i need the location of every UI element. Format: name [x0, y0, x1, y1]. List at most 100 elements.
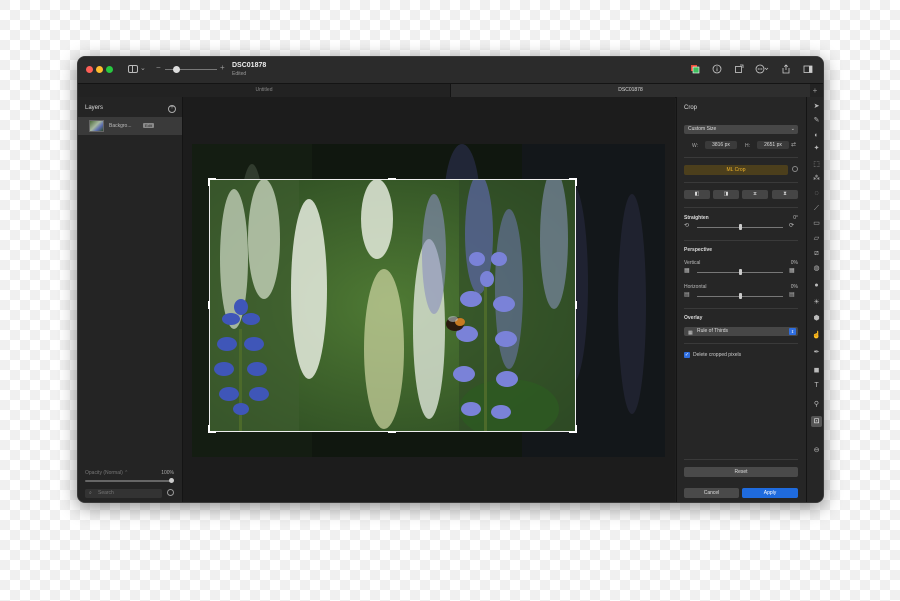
- crop-handle-bottom-right-v[interactable]: [575, 425, 577, 433]
- pen-tool-icon[interactable]: ✒: [811, 347, 822, 358]
- delete-cropped-pixels-checkbox[interactable]: ✓: [684, 352, 690, 358]
- image-canvas[interactable]: [183, 97, 675, 502]
- quick-select-tool-icon[interactable]: ◌: [811, 188, 822, 199]
- crop-handle-bottom[interactable]: [388, 431, 396, 433]
- overlay-select[interactable]: ▦ Rule of Thirds ⇕: [684, 327, 798, 336]
- crop-tool-icon[interactable]: ⊡: [811, 416, 822, 427]
- flip-horizontal-button[interactable]: ⧗: [772, 190, 798, 199]
- layers-sidebar: Layers + Backgro... Edit Opacity (Normal…: [78, 97, 183, 502]
- zoom-slider-knob[interactable]: [173, 66, 180, 73]
- swap-dimensions-icon[interactable]: ⇄: [791, 141, 796, 148]
- minimize-window-button[interactable]: [96, 66, 103, 73]
- selection-tool-icon[interactable]: ⬚: [811, 159, 822, 170]
- color-adjust-tool-icon[interactable]: ◐: [811, 130, 822, 141]
- delete-cropped-pixels-label[interactable]: Delete cropped pixels: [693, 352, 741, 358]
- filter-icon[interactable]: [167, 489, 174, 496]
- vertical-value: 0%: [790, 260, 798, 266]
- layers-stack-icon[interactable]: [690, 64, 700, 74]
- rotate-right-button[interactable]: ◨: [713, 190, 739, 199]
- bandage-tool-icon[interactable]: ⧄: [811, 248, 822, 259]
- opacity-slider-knob[interactable]: [169, 478, 174, 483]
- search-icon: ⌕: [89, 490, 92, 496]
- height-field[interactable]: 2651 px: [757, 141, 789, 149]
- cancel-button[interactable]: Cancel: [684, 488, 739, 498]
- sidebar-right-icon[interactable]: [803, 64, 813, 74]
- export-icon[interactable]: [734, 64, 744, 74]
- opacity-label[interactable]: Opacity (Normal) ⌃: [85, 470, 128, 476]
- perspective-horizontal-min-icon: ▤: [684, 292, 690, 298]
- close-window-button[interactable]: [86, 66, 93, 73]
- blur-tool-icon[interactable]: ●: [811, 280, 822, 291]
- reset-button[interactable]: Reset: [684, 467, 798, 477]
- paint-tool-icon[interactable]: ✎: [811, 115, 822, 126]
- crop-handle-bottom-left-v[interactable]: [208, 425, 210, 433]
- chevron-down-icon: ⌄: [790, 126, 795, 132]
- zoom-out-button[interactable]: −: [156, 63, 161, 72]
- tab-untitled[interactable]: Untitled: [78, 84, 451, 97]
- eraser-tool-icon[interactable]: ▱: [811, 233, 822, 244]
- tools-toolbar: ➤ ✎ ◐ ✦ ⬚ ⁂ ◌ ⟋ ▭ ▱ ⧄ ◍ ● ☀ ⬢ ☝ ✒ ◼ T ⚲ ⊡ ⊖: [806, 97, 823, 502]
- crop-handle-top-left-v[interactable]: [208, 178, 210, 186]
- title-bar: ⌄ − + DSC01878 Edited: [78, 57, 823, 83]
- share-icon[interactable]: [781, 64, 791, 74]
- divider: [684, 157, 798, 158]
- opacity-value: 100%: [161, 470, 174, 476]
- shape-tool-icon[interactable]: ◼: [811, 365, 822, 376]
- horizontal-label: Horizontal: [684, 284, 707, 290]
- magic-tool-icon[interactable]: ✦: [811, 143, 822, 154]
- sidebar-toggle-icon[interactable]: [128, 65, 138, 73]
- zoom-tool-icon[interactable]: ⚲: [811, 399, 822, 410]
- grid-icon: ▦: [688, 330, 693, 336]
- divider: [684, 459, 798, 460]
- layer-row[interactable]: Backgro... Edit: [78, 117, 182, 135]
- straighten-value: 0°: [793, 215, 798, 221]
- straighten-slider-knob[interactable]: [738, 224, 742, 230]
- info-icon[interactable]: [712, 64, 722, 74]
- document-status: Edited: [232, 71, 247, 77]
- ml-crop-button[interactable]: ML Crop: [684, 165, 788, 175]
- tab-dsc01878[interactable]: DSC01878: [451, 84, 810, 97]
- straighten-label: Straighten: [684, 215, 709, 221]
- add-layer-button[interactable]: +: [168, 105, 176, 113]
- fullscreen-window-button[interactable]: [106, 66, 113, 73]
- divider: [684, 240, 798, 241]
- zoom-in-button[interactable]: +: [220, 63, 225, 72]
- crop-handle-right[interactable]: [575, 301, 577, 309]
- perspective-vertical-min-icon: ▦: [684, 268, 690, 274]
- photo-crop-area[interactable]: [209, 179, 576, 432]
- opacity-slider[interactable]: [85, 480, 173, 482]
- apply-button[interactable]: Apply: [742, 488, 798, 498]
- magic-wand-tool-icon[interactable]: ⁂: [811, 173, 822, 184]
- more-tools-icon[interactable]: ⊖: [811, 445, 822, 456]
- crop-handle-left[interactable]: [208, 301, 210, 309]
- new-tab-button[interactable]: +: [809, 84, 821, 97]
- sponge-tool-icon[interactable]: ⬢: [811, 313, 822, 324]
- overlay-label: Overlay: [684, 315, 703, 321]
- lighten-tool-icon[interactable]: ☀: [811, 297, 822, 308]
- crop-handle-top-right-v[interactable]: [575, 178, 577, 186]
- chevron-down-icon[interactable]: ⌄: [140, 64, 146, 72]
- crop-size-preset-select[interactable]: Custom Size ⌄: [684, 125, 798, 134]
- layer-edit-badge[interactable]: Edit: [143, 123, 154, 128]
- bucket-tool-icon[interactable]: ▭: [811, 218, 822, 229]
- crop-panel-title: Crop: [684, 105, 698, 111]
- vertical-perspective-slider-knob[interactable]: [738, 269, 742, 275]
- ml-crop-info-icon[interactable]: [792, 166, 798, 172]
- horizontal-perspective-slider-knob[interactable]: [738, 293, 742, 299]
- width-field[interactable]: 3816 px: [705, 141, 737, 149]
- smudge-tool-icon[interactable]: ☝: [811, 330, 822, 341]
- clone-tool-icon[interactable]: ◍: [811, 263, 822, 274]
- flip-vertical-button[interactable]: ⧖: [742, 190, 768, 199]
- pointer-tool-icon[interactable]: ➤: [811, 101, 822, 112]
- divider: [684, 182, 798, 183]
- brush-tool-icon[interactable]: ⟋: [811, 203, 822, 214]
- text-tool-icon[interactable]: T: [811, 380, 822, 391]
- layer-name: Backgro...: [109, 123, 132, 129]
- layer-search-input[interactable]: ⌕ Search: [85, 489, 162, 498]
- divider: [684, 207, 798, 208]
- rotate-cw-icon: ⟳: [789, 223, 795, 229]
- crop-handle-top[interactable]: [388, 178, 396, 180]
- horizontal-value: 0%: [790, 284, 798, 290]
- more-icon[interactable]: [755, 64, 769, 74]
- rotate-left-button[interactable]: ◧: [684, 190, 710, 199]
